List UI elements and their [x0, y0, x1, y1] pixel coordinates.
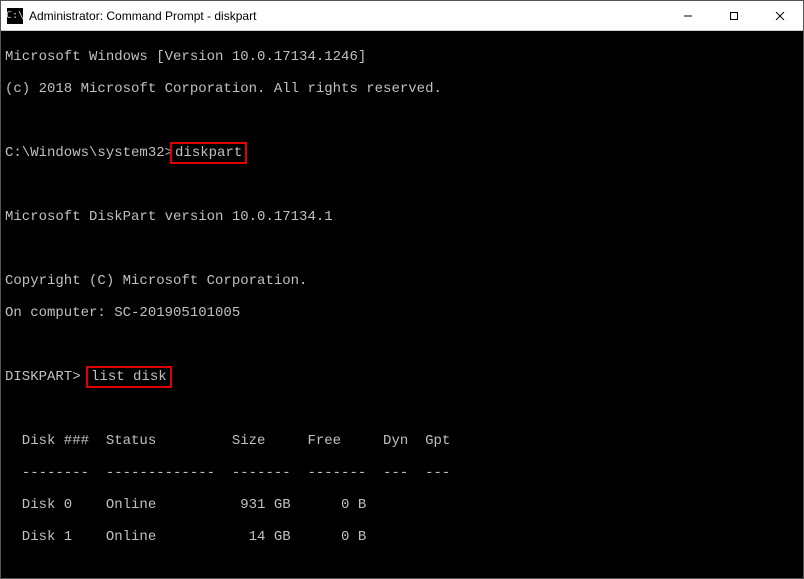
disk-table-row-0: Disk 0 Online 931 GB 0 B — [5, 497, 799, 513]
blank-line — [5, 177, 799, 193]
disk-table-row-1: Disk 1 Online 14 GB 0 B — [5, 529, 799, 545]
cmd-list-disk: list disk — [89, 369, 169, 385]
prompt-line-list-disk: DISKPART> list disk — [5, 369, 799, 385]
maximize-button[interactable] — [711, 1, 757, 31]
blank-line — [5, 113, 799, 129]
terminal-output[interactable]: Microsoft Windows [Version 10.0.17134.12… — [1, 31, 803, 578]
window-title: Administrator: Command Prompt - diskpart — [29, 9, 256, 23]
close-button[interactable] — [757, 1, 803, 31]
blank-line — [5, 337, 799, 353]
close-icon — [775, 11, 785, 21]
blank-line — [5, 401, 799, 417]
minimize-icon — [683, 11, 693, 21]
prompt-path: C:\Windows\system32> — [5, 145, 173, 161]
maximize-icon — [729, 11, 739, 21]
blank-line — [5, 241, 799, 257]
blank-line — [5, 561, 799, 577]
prompt-line-diskpart: C:\Windows\system32>diskpart — [5, 145, 799, 161]
diskpart-prompt: DISKPART> — [5, 369, 81, 385]
disk-table-divider: -------- ------------- ------- ------- -… — [5, 465, 799, 481]
line-diskpart-version: Microsoft DiskPart version 10.0.17134.1 — [5, 209, 799, 225]
line-diskpart-copyright: Copyright (C) Microsoft Corporation. — [5, 273, 799, 289]
app-icon: C:\ — [7, 8, 23, 24]
line-windows-version: Microsoft Windows [Version 10.0.17134.12… — [5, 49, 799, 65]
line-on-computer: On computer: SC-201905101005 — [5, 305, 799, 321]
command-prompt-window: C:\ Administrator: Command Prompt - disk… — [0, 0, 804, 579]
minimize-button[interactable] — [665, 1, 711, 31]
line-windows-copyright: (c) 2018 Microsoft Corporation. All righ… — [5, 81, 799, 97]
disk-table-header: Disk ### Status Size Free Dyn Gpt — [5, 433, 799, 449]
cmd-diskpart: diskpart — [173, 145, 244, 161]
titlebar[interactable]: C:\ Administrator: Command Prompt - disk… — [1, 1, 803, 31]
